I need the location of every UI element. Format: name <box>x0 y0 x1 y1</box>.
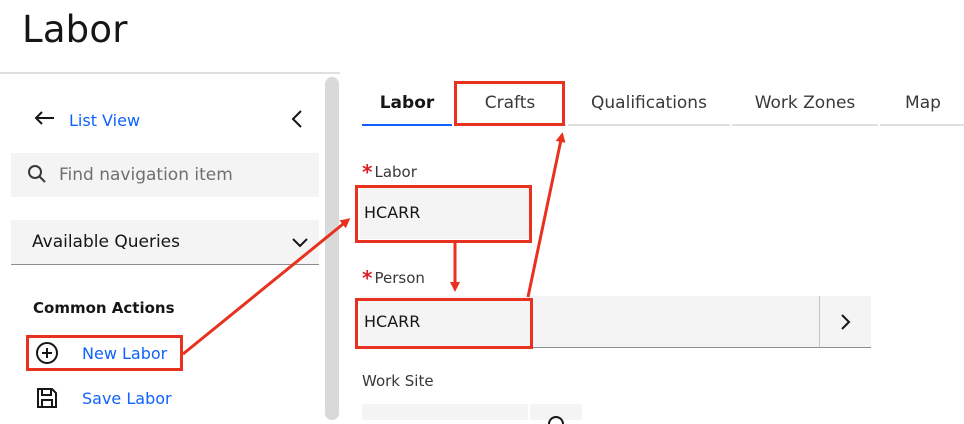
tab-label: Work Zones <box>754 93 856 113</box>
tab-label: Map <box>905 93 941 113</box>
arrow-left-icon <box>33 110 69 130</box>
person-label-text: Person <box>374 269 425 287</box>
search-icon <box>28 165 46 183</box>
person-field-label: * Person <box>362 264 425 290</box>
available-queries-dropdown[interactable]: Available Queries <box>11 220 319 265</box>
work-site-field-label: Work Site <box>362 372 434 390</box>
scrollbar-thumb[interactable] <box>325 77 339 420</box>
save-icon <box>37 388 57 408</box>
tab-qualifications[interactable]: Qualifications <box>568 82 730 126</box>
save-labor-action[interactable]: Save Labor <box>35 386 172 410</box>
work-site-label-text: Work Site <box>362 372 434 390</box>
tab-bar: Labor Crafts Qualifications Work Zones M… <box>362 82 964 126</box>
navigation-search-input[interactable]: Find navigation item <box>11 153 319 198</box>
tab-labor[interactable]: Labor <box>362 82 452 126</box>
work-site-input[interactable] <box>362 404 528 420</box>
list-view-link[interactable]: List View <box>33 110 140 130</box>
annotation-box-person <box>355 298 533 349</box>
tab-label: Labor <box>379 93 435 113</box>
labor-label-text: Labor <box>374 163 417 181</box>
labor-field-label: * Labor <box>362 158 417 184</box>
search-icon <box>548 416 564 424</box>
save-labor-label: Save Labor <box>82 388 172 408</box>
annotation-box-crafts <box>454 81 565 126</box>
sidebar-scrollbar[interactable] <box>322 77 340 420</box>
common-actions-heading: Common Actions <box>33 299 175 317</box>
required-marker: * <box>362 160 373 184</box>
annotation-box-labor <box>355 185 532 243</box>
tab-label: Qualifications <box>591 93 707 113</box>
person-detail-button[interactable] <box>819 296 871 348</box>
tab-map[interactable]: Map <box>880 82 964 126</box>
chevron-right-icon <box>841 314 851 330</box>
chevron-left-icon[interactable] <box>290 108 304 134</box>
page-title: Labor <box>22 8 128 51</box>
chevron-down-icon <box>292 238 308 248</box>
annotation-box-new-labor <box>26 335 183 371</box>
available-queries-label: Available Queries <box>32 232 180 252</box>
tab-work-zones[interactable]: Work Zones <box>732 82 878 126</box>
work-site-lookup-button[interactable] <box>530 404 582 424</box>
search-placeholder: Find navigation item <box>59 165 233 185</box>
list-view-label: List View <box>69 110 141 130</box>
required-marker: * <box>362 266 373 290</box>
